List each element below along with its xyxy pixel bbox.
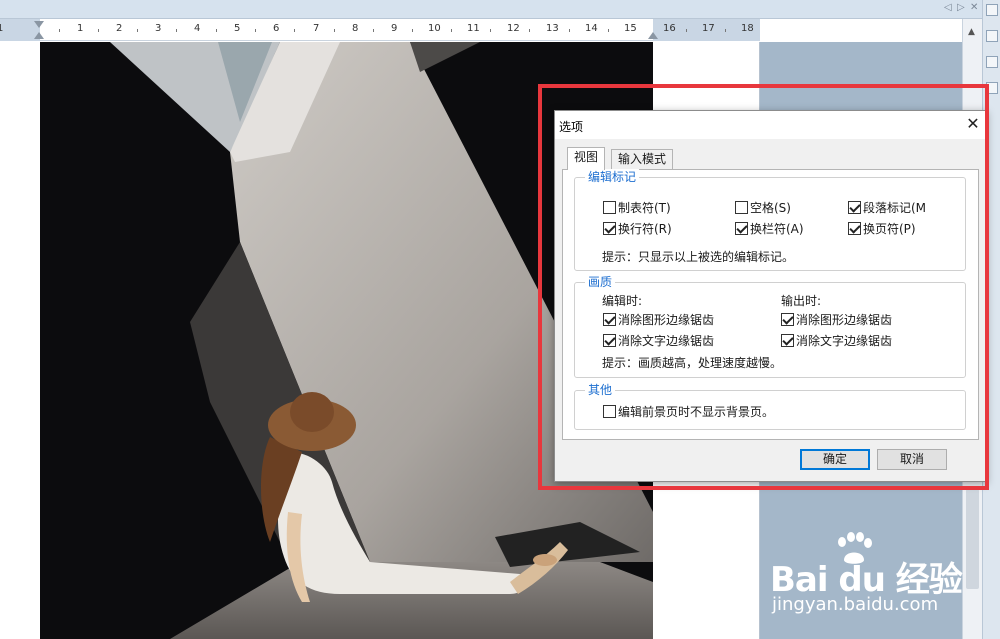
ruler-tick: 8	[352, 23, 359, 34]
dialog-title: 选项	[559, 120, 584, 134]
checkbox-tab-char[interactable]: 制表符(T)	[603, 200, 671, 216]
ruler-tick: 18	[741, 23, 754, 34]
tab-scroll-right-icon[interactable]: ▷	[957, 2, 965, 13]
checkbox-output-antialias-graphics[interactable]: 消除图形边缘锯齿	[781, 312, 892, 328]
label-output: 输出时:	[781, 294, 822, 308]
group-title-other: 其他	[585, 382, 616, 398]
checkbox-output-antialias-text[interactable]: 消除文字边缘锯齿	[781, 333, 892, 349]
ruler-dot	[725, 29, 726, 32]
ruler-tick: 11	[467, 23, 480, 34]
dialog-body: 视图 输入模式 编辑标记 制表符(T) 空格(S) 段落标记(M 换行符(R) …	[555, 139, 986, 481]
document-tab-strip: ◁ ▷ ✕	[0, 0, 1000, 19]
ok-button[interactable]: 确定	[800, 449, 870, 470]
ruler-dot	[451, 29, 452, 32]
ruler-tick: 10	[428, 23, 441, 34]
close-document-icon[interactable]: ✕	[970, 2, 978, 13]
hint-quality: 提示：画质越高，处理速度越慢。	[602, 356, 783, 370]
tab-scroll-left-icon[interactable]: ◁	[944, 2, 952, 13]
ruler-tick: 9	[391, 23, 398, 34]
checkbox-box[interactable]	[603, 405, 616, 418]
ruler-dot	[373, 29, 374, 32]
toolbar-tool-icon[interactable]	[986, 56, 998, 68]
checkbox-box[interactable]	[603, 201, 616, 214]
ruler-tick: 13	[546, 23, 559, 34]
checkbox-box[interactable]	[735, 201, 748, 214]
ruler-tick: 12	[507, 23, 520, 34]
checkbox-page-break[interactable]: 换页符(P)	[848, 221, 916, 237]
ruler-dot	[529, 29, 530, 32]
ruler-tick: 14	[585, 23, 598, 34]
tab-view[interactable]: 视图	[567, 147, 606, 170]
ruler-dot	[255, 29, 256, 32]
checkbox-hide-background-page[interactable]: 编辑前景页时不显示背景页。	[603, 404, 774, 420]
tab-input-mode[interactable]: 输入模式	[611, 149, 674, 169]
checkbox-edit-antialias-text[interactable]: 消除文字边缘锯齿	[603, 333, 714, 349]
ruler-dot	[686, 29, 687, 32]
right-indent-marker-icon[interactable]	[648, 32, 658, 39]
ruler-tick: 16	[663, 23, 676, 34]
checkbox-box[interactable]	[603, 222, 616, 235]
checkbox-box[interactable]	[603, 313, 616, 326]
ruler-dot	[59, 29, 60, 32]
group-quality: 画质 编辑时: 输出时: 消除图形边缘锯齿 消除图形边缘锯齿 消除文字边缘锯齿 …	[574, 274, 966, 378]
group-edit-marks: 编辑标记 制表符(T) 空格(S) 段落标记(M 换行符(R) 换栏符(A) 换…	[574, 169, 966, 271]
cancel-button[interactable]: 取消	[877, 449, 947, 470]
scroll-up-icon[interactable]: ▲	[968, 27, 975, 37]
checkbox-box[interactable]	[603, 334, 616, 347]
ruler-tick: 5	[234, 23, 241, 34]
ruler-tick: 4	[194, 23, 201, 34]
checkbox-column-break[interactable]: 换栏符(A)	[735, 221, 804, 237]
horizontal-ruler[interactable]: 1 1 2 3 4 5 6 7 8 9 10 11 12 13 14 15 16…	[0, 19, 760, 41]
group-title-quality: 画质	[585, 274, 616, 290]
checkbox-box[interactable]	[848, 222, 861, 235]
first-line-indent-marker-icon[interactable]	[34, 21, 44, 28]
ruler-tick: 15	[624, 23, 637, 34]
ruler-dot	[569, 29, 570, 32]
ruler-tick: 1	[0, 23, 4, 34]
options-dialog: 选项 ✕ 视图 输入模式 编辑标记 制表符(T) 空格(S) 段落标记(M 换行…	[554, 110, 987, 482]
ruler-dot	[98, 29, 99, 32]
ruler-dot	[216, 29, 217, 32]
ruler-dot	[412, 29, 413, 32]
checkbox-paragraph-mark[interactable]: 段落标记(M	[848, 200, 926, 216]
label-editing: 编辑时:	[602, 294, 643, 308]
tab-panel-view: 编辑标记 制表符(T) 空格(S) 段落标记(M 换行符(R) 换栏符(A) 换…	[562, 169, 979, 440]
left-indent-marker-icon[interactable]	[34, 32, 44, 39]
checkbox-box[interactable]	[735, 222, 748, 235]
watermark-url: jingyan.baidu.com	[772, 594, 939, 615]
toolbar-tool-icon[interactable]	[986, 4, 998, 16]
scroll-thumb[interactable]	[966, 489, 979, 589]
ruler-tick: 7	[313, 23, 320, 34]
ruler-tick: 1	[77, 23, 84, 34]
checkbox-space[interactable]: 空格(S)	[735, 200, 791, 216]
checkbox-box[interactable]	[781, 334, 794, 347]
group-other: 其他 编辑前景页时不显示背景页。	[574, 382, 966, 430]
ruler-tick: 6	[273, 23, 280, 34]
checkbox-edit-antialias-graphics[interactable]: 消除图形边缘锯齿	[603, 312, 714, 328]
ruler-dot	[294, 29, 295, 32]
ruler-dot	[137, 29, 138, 32]
ruler-dot	[608, 29, 609, 32]
ruler-tick: 3	[155, 23, 162, 34]
checkbox-box[interactable]	[781, 313, 794, 326]
toolbar-tool-icon[interactable]	[986, 30, 998, 42]
ruler-tick: 2	[116, 23, 123, 34]
ruler-dot	[490, 29, 491, 32]
group-title-edit-marks: 编辑标记	[585, 169, 640, 185]
toolbar-tool-icon[interactable]	[986, 82, 998, 94]
checkbox-box[interactable]	[848, 201, 861, 214]
close-icon[interactable]: ✕	[961, 113, 985, 135]
hint-edit-marks: 提示：只显示以上被选的编辑标记。	[602, 250, 795, 264]
checkbox-line-break[interactable]: 换行符(R)	[603, 221, 672, 237]
ruler-dot	[334, 29, 335, 32]
page-left-margin	[0, 42, 40, 639]
ruler-tick: 17	[702, 23, 715, 34]
ruler-dot	[176, 29, 177, 32]
